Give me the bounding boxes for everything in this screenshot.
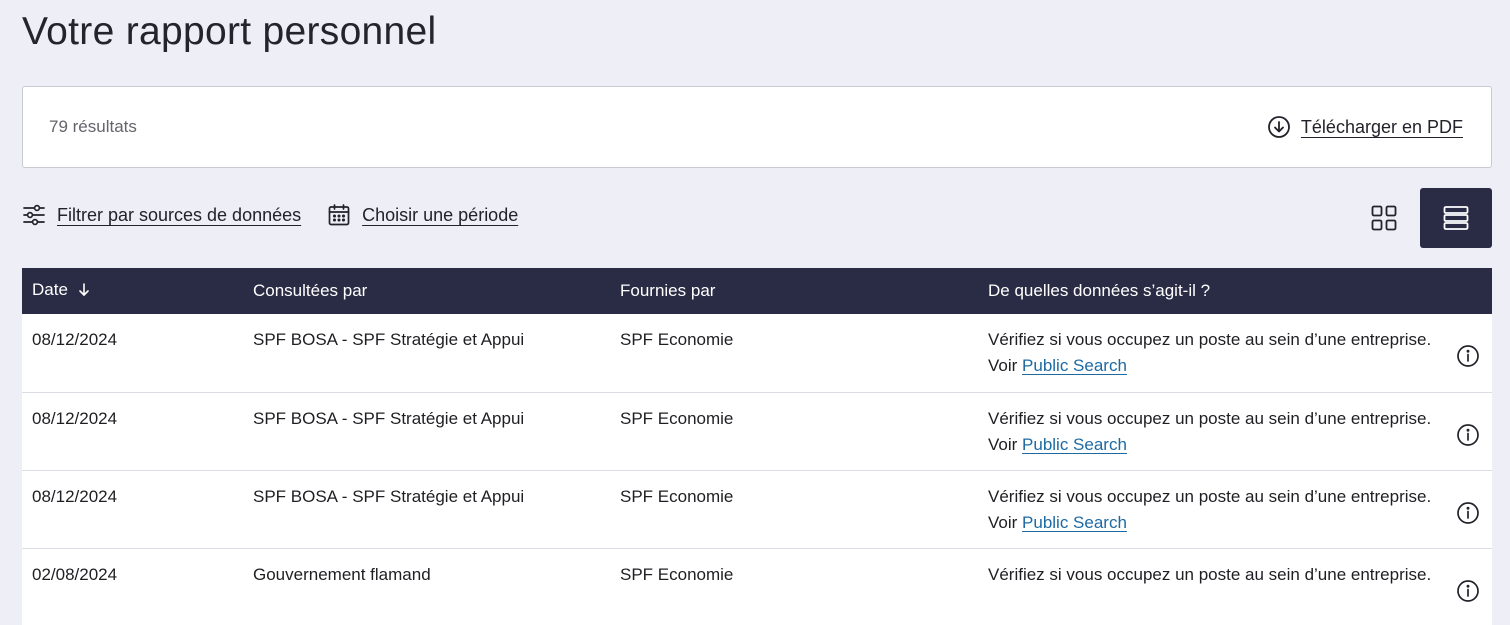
arrow-down-icon [78, 282, 90, 302]
cell-provided-by: SPF Economie [610, 314, 978, 393]
see-prefix: Voir [988, 434, 1023, 454]
table-header-row: Date Consultées par Fournies par De quel… [22, 268, 1492, 314]
cell-provided-by: SPF Economie [610, 470, 978, 549]
public-search-link[interactable]: Public Search [1022, 513, 1127, 532]
description-text: Vérifiez si vous occupez un poste au sei… [988, 564, 1432, 584]
download-circle-icon [1267, 115, 1291, 139]
list-view-icon [1443, 205, 1469, 231]
list-view-button[interactable] [1420, 188, 1492, 248]
public-search-link[interactable]: Public Search [1022, 435, 1127, 454]
info-icon[interactable] [1456, 579, 1480, 611]
cell-consulted-by: SPF BOSA - SPF Stratégie et Appui [243, 314, 610, 393]
public-search-link[interactable]: Public Search [1022, 356, 1127, 375]
view-toggle [1348, 188, 1492, 248]
info-icon[interactable] [1456, 344, 1480, 376]
cell-consulted-by: SPF BOSA - SPF Stratégie et Appui [243, 392, 610, 471]
cell-consulted-by: Gouvernement flamand [243, 548, 610, 625]
see-prefix: Voir [988, 512, 1023, 532]
table-row: 08/12/2024 SPF BOSA - SPF Stratégie et A… [22, 470, 1492, 549]
cell-consulted-by: SPF BOSA - SPF Stratégie et Appui [243, 470, 610, 549]
cell-which-data: Vérifiez si vous occupez un poste au sei… [978, 548, 1492, 625]
results-count: 79 résultats [49, 117, 137, 136]
grid-view-icon [1371, 205, 1397, 231]
table-row: 08/12/2024 SPF BOSA - SPF Stratégie et A… [22, 392, 1492, 471]
column-header-date[interactable]: Date [22, 268, 243, 314]
table-row: 02/08/2024 Gouvernement flamand SPF Econ… [22, 548, 1492, 625]
info-icon[interactable] [1456, 423, 1480, 455]
download-pdf-link[interactable]: Télécharger en PDF [1267, 115, 1463, 139]
description-text: Vérifiez si vous occupez un poste au sei… [988, 330, 1432, 349]
description-text: Vérifiez si vous occupez un poste au sei… [988, 486, 1432, 506]
column-header-date-label: Date [32, 280, 68, 299]
filter-bar: Filtrer par sources de données Choisir u… [22, 203, 544, 227]
cell-which-data: Vérifiez si vous occupez un poste au sei… [978, 470, 1492, 549]
cell-date: 08/12/2024 [22, 392, 243, 471]
choose-period-label: Choisir une période [362, 204, 519, 225]
filter-sources-label: Filtrer par sources de données [57, 204, 302, 225]
filter-sources-button[interactable]: Filtrer par sources de données [22, 203, 301, 227]
cell-provided-by: SPF Economie [610, 548, 978, 625]
download-pdf-label: Télécharger en PDF [1300, 116, 1463, 137]
table-row: 08/12/2024 SPF BOSA - SPF Stratégie et A… [22, 314, 1492, 393]
choose-period-button[interactable]: Choisir une période [327, 203, 518, 227]
cell-provided-by: SPF Economie [610, 392, 978, 471]
description-text: Vérifiez si vous occupez un poste au sei… [988, 408, 1432, 428]
column-header-which-data: De quelles données s’agit-il ? [978, 268, 1492, 314]
info-icon[interactable] [1456, 501, 1480, 533]
cell-date: 02/08/2024 [22, 548, 243, 625]
calendar-icon [327, 203, 351, 227]
column-header-consulted-by: Consultées par [243, 268, 610, 314]
column-header-provided-by: Fournies par [610, 268, 978, 314]
page-title: Votre rapport personnel [22, 10, 437, 53]
cell-which-data: Vérifiez si vous occupez un poste au sei… [978, 314, 1492, 393]
results-bar: 79 résultats Télécharger en PDF [22, 86, 1492, 168]
cell-which-data: Vérifiez si vous occupez un poste au sei… [978, 392, 1492, 471]
see-prefix: Voir [988, 356, 1023, 375]
report-table: Date Consultées par Fournies par De quel… [22, 268, 1492, 625]
sliders-icon [22, 203, 46, 227]
cell-date: 08/12/2024 [22, 470, 243, 549]
grid-view-button[interactable] [1348, 188, 1420, 248]
cell-date: 08/12/2024 [22, 314, 243, 393]
